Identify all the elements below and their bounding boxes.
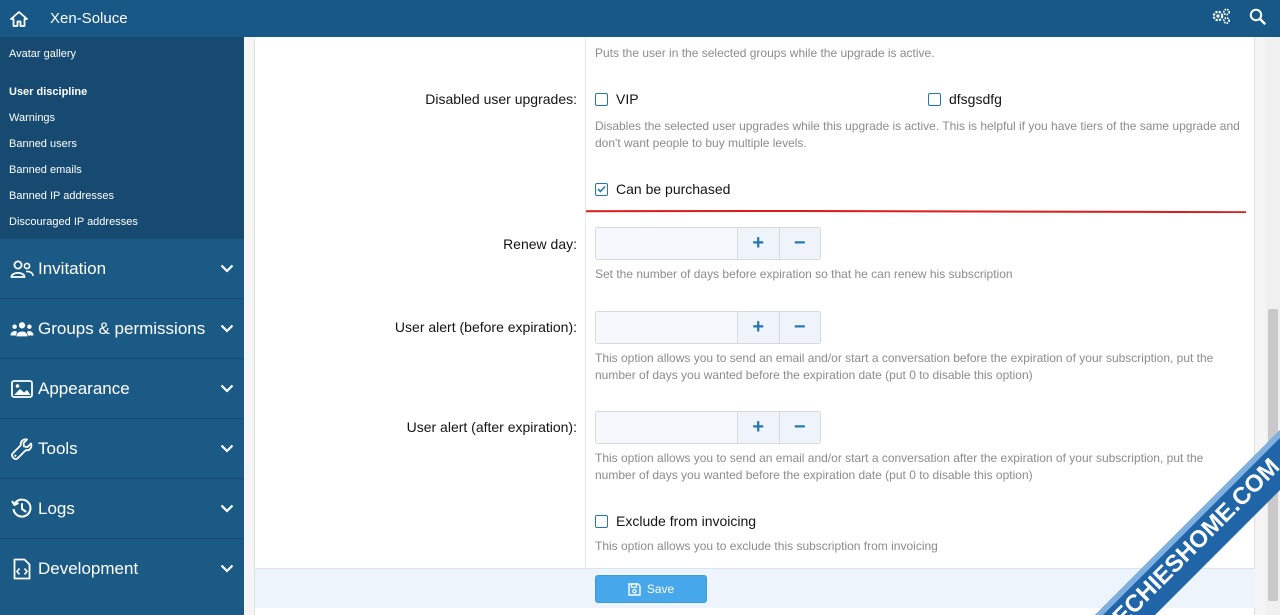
user-group-icon [10, 321, 34, 336]
sidebar-heading-user-discipline[interactable]: User discipline [0, 79, 244, 105]
form-panel: Puts the user in the selected groups whi… [254, 37, 1255, 615]
alert-before-label: User alert (before expiration): [394, 319, 577, 335]
annotation-underline [586, 210, 1246, 213]
sidebar-section-label: Tools [38, 438, 78, 458]
scrollbar-thumb[interactable] [1268, 309, 1278, 601]
sidebar-section-tools[interactable]: Tools [0, 418, 244, 478]
renew-day-stepper: + − [595, 227, 821, 260]
decrement-button[interactable]: − [778, 412, 820, 443]
sidebar-item-warnings[interactable]: Warnings [0, 105, 244, 131]
brand-title[interactable]: Xen-Soluce [50, 10, 128, 27]
label-column-divider [585, 37, 586, 568]
alert-before-hint: This option allows you to send an email … [595, 351, 1214, 382]
page-scrollbar[interactable] [1266, 37, 1280, 615]
checkmark-icon [597, 185, 606, 193]
sidebar-section-label: Appearance [38, 378, 130, 398]
checkbox-label: Can be purchased [616, 181, 731, 197]
sidebar-item-banned-users[interactable]: Banned users [0, 131, 244, 157]
top-bar: Xen-Soluce [0, 0, 1280, 37]
sidebar-section-label: Development [38, 558, 139, 578]
increment-button[interactable]: + [737, 412, 779, 443]
checkbox-box[interactable] [928, 92, 941, 106]
checkbox-vip[interactable]: VIP [595, 91, 639, 107]
users-icon [10, 260, 34, 278]
cogs-icon [1212, 8, 1230, 24]
sidebar-section-logs[interactable]: Logs [0, 478, 244, 538]
checkbox-dfsgsdfg[interactable]: dfsgsdfg [928, 91, 1002, 107]
checkbox-box-checked[interactable] [595, 182, 608, 196]
exclude-invoicing-hint: This option allows you to exclude this s… [595, 539, 938, 553]
sidebar-item-banned-emails[interactable]: Banned emails [0, 157, 244, 183]
alert-after-input[interactable] [596, 412, 737, 443]
checkbox-exclude-invoicing[interactable]: Exclude from invoicing [595, 513, 756, 529]
sidebar-section-invitation[interactable]: Invitation [0, 238, 244, 298]
chevron-down-icon [220, 324, 234, 333]
home-icon [9, 10, 28, 27]
sidebar-section-development[interactable]: Development [0, 538, 244, 598]
checkbox-label: Exclude from invoicing [616, 513, 757, 529]
sidebar-section-label: Invitation [38, 258, 107, 278]
sidebar-section-appearance[interactable]: Appearance [0, 358, 244, 418]
sidebar-section-groups-permissions[interactable]: Groups & permissions [0, 298, 244, 358]
disabled-upgrades-hint: Disables the selected user upgrades whil… [595, 119, 1240, 150]
sidebar-submenu: Avatar gallery User discipline Warnings … [0, 37, 244, 238]
chevron-down-icon [220, 564, 234, 573]
sidebar: Avatar gallery User discipline Warnings … [0, 37, 244, 615]
alert-before-input[interactable] [596, 312, 737, 343]
wrench-icon [11, 437, 33, 460]
checkbox-label: dfsgsdfg [949, 91, 1002, 107]
alert-after-hint: This option allows you to send an email … [595, 451, 1204, 482]
sidebar-item-avatar-gallery[interactable]: Avatar gallery [0, 41, 244, 67]
code-file-icon [13, 558, 31, 579]
alert-before-stepper: + − [595, 311, 821, 344]
renew-day-label: Renew day: [503, 236, 577, 252]
chevron-down-icon [220, 504, 234, 513]
checkbox-box[interactable] [595, 514, 608, 528]
decrement-button[interactable]: − [778, 312, 820, 343]
renew-day-hint: Set the number of days before expiration… [595, 267, 1013, 281]
checkbox-can-be-purchased[interactable]: Can be purchased [595, 181, 730, 197]
save-button[interactable]: Save [595, 575, 707, 603]
save-button-label: Save [646, 582, 675, 596]
form-submit-bar: Save [255, 568, 1255, 608]
sidebar-item-discouraged-ip-addresses[interactable]: Discouraged IP addresses [0, 209, 244, 235]
sidebar-item-banned-ip-addresses[interactable]: Banned IP addresses [0, 183, 244, 209]
search-icon [1249, 8, 1266, 25]
sidebar-section-label: Groups & permissions [38, 318, 206, 338]
decrement-button[interactable]: − [778, 228, 820, 259]
checkbox-box[interactable] [595, 92, 608, 106]
sidebar-section-label: Logs [38, 498, 75, 518]
settings-button[interactable] [1211, 7, 1231, 30]
search-button[interactable] [1249, 8, 1266, 30]
chevron-down-icon [220, 384, 234, 393]
groups-hint: Puts the user in the selected groups whi… [595, 46, 935, 60]
alert-after-label: User alert (after expiration): [406, 419, 577, 435]
floppy-disk-icon [628, 582, 641, 596]
disabled-upgrades-label: Disabled user upgrades: [425, 91, 577, 107]
increment-button[interactable]: + [737, 228, 779, 259]
history-icon [11, 498, 32, 518]
checkbox-label: VIP [616, 91, 639, 107]
image-icon [11, 379, 33, 398]
alert-after-stepper: + − [595, 411, 821, 444]
chevron-down-icon [220, 264, 234, 273]
renew-day-input[interactable] [596, 228, 737, 259]
increment-button[interactable]: + [737, 312, 779, 343]
home-button[interactable] [0, 0, 37, 37]
chevron-down-icon [220, 444, 234, 453]
